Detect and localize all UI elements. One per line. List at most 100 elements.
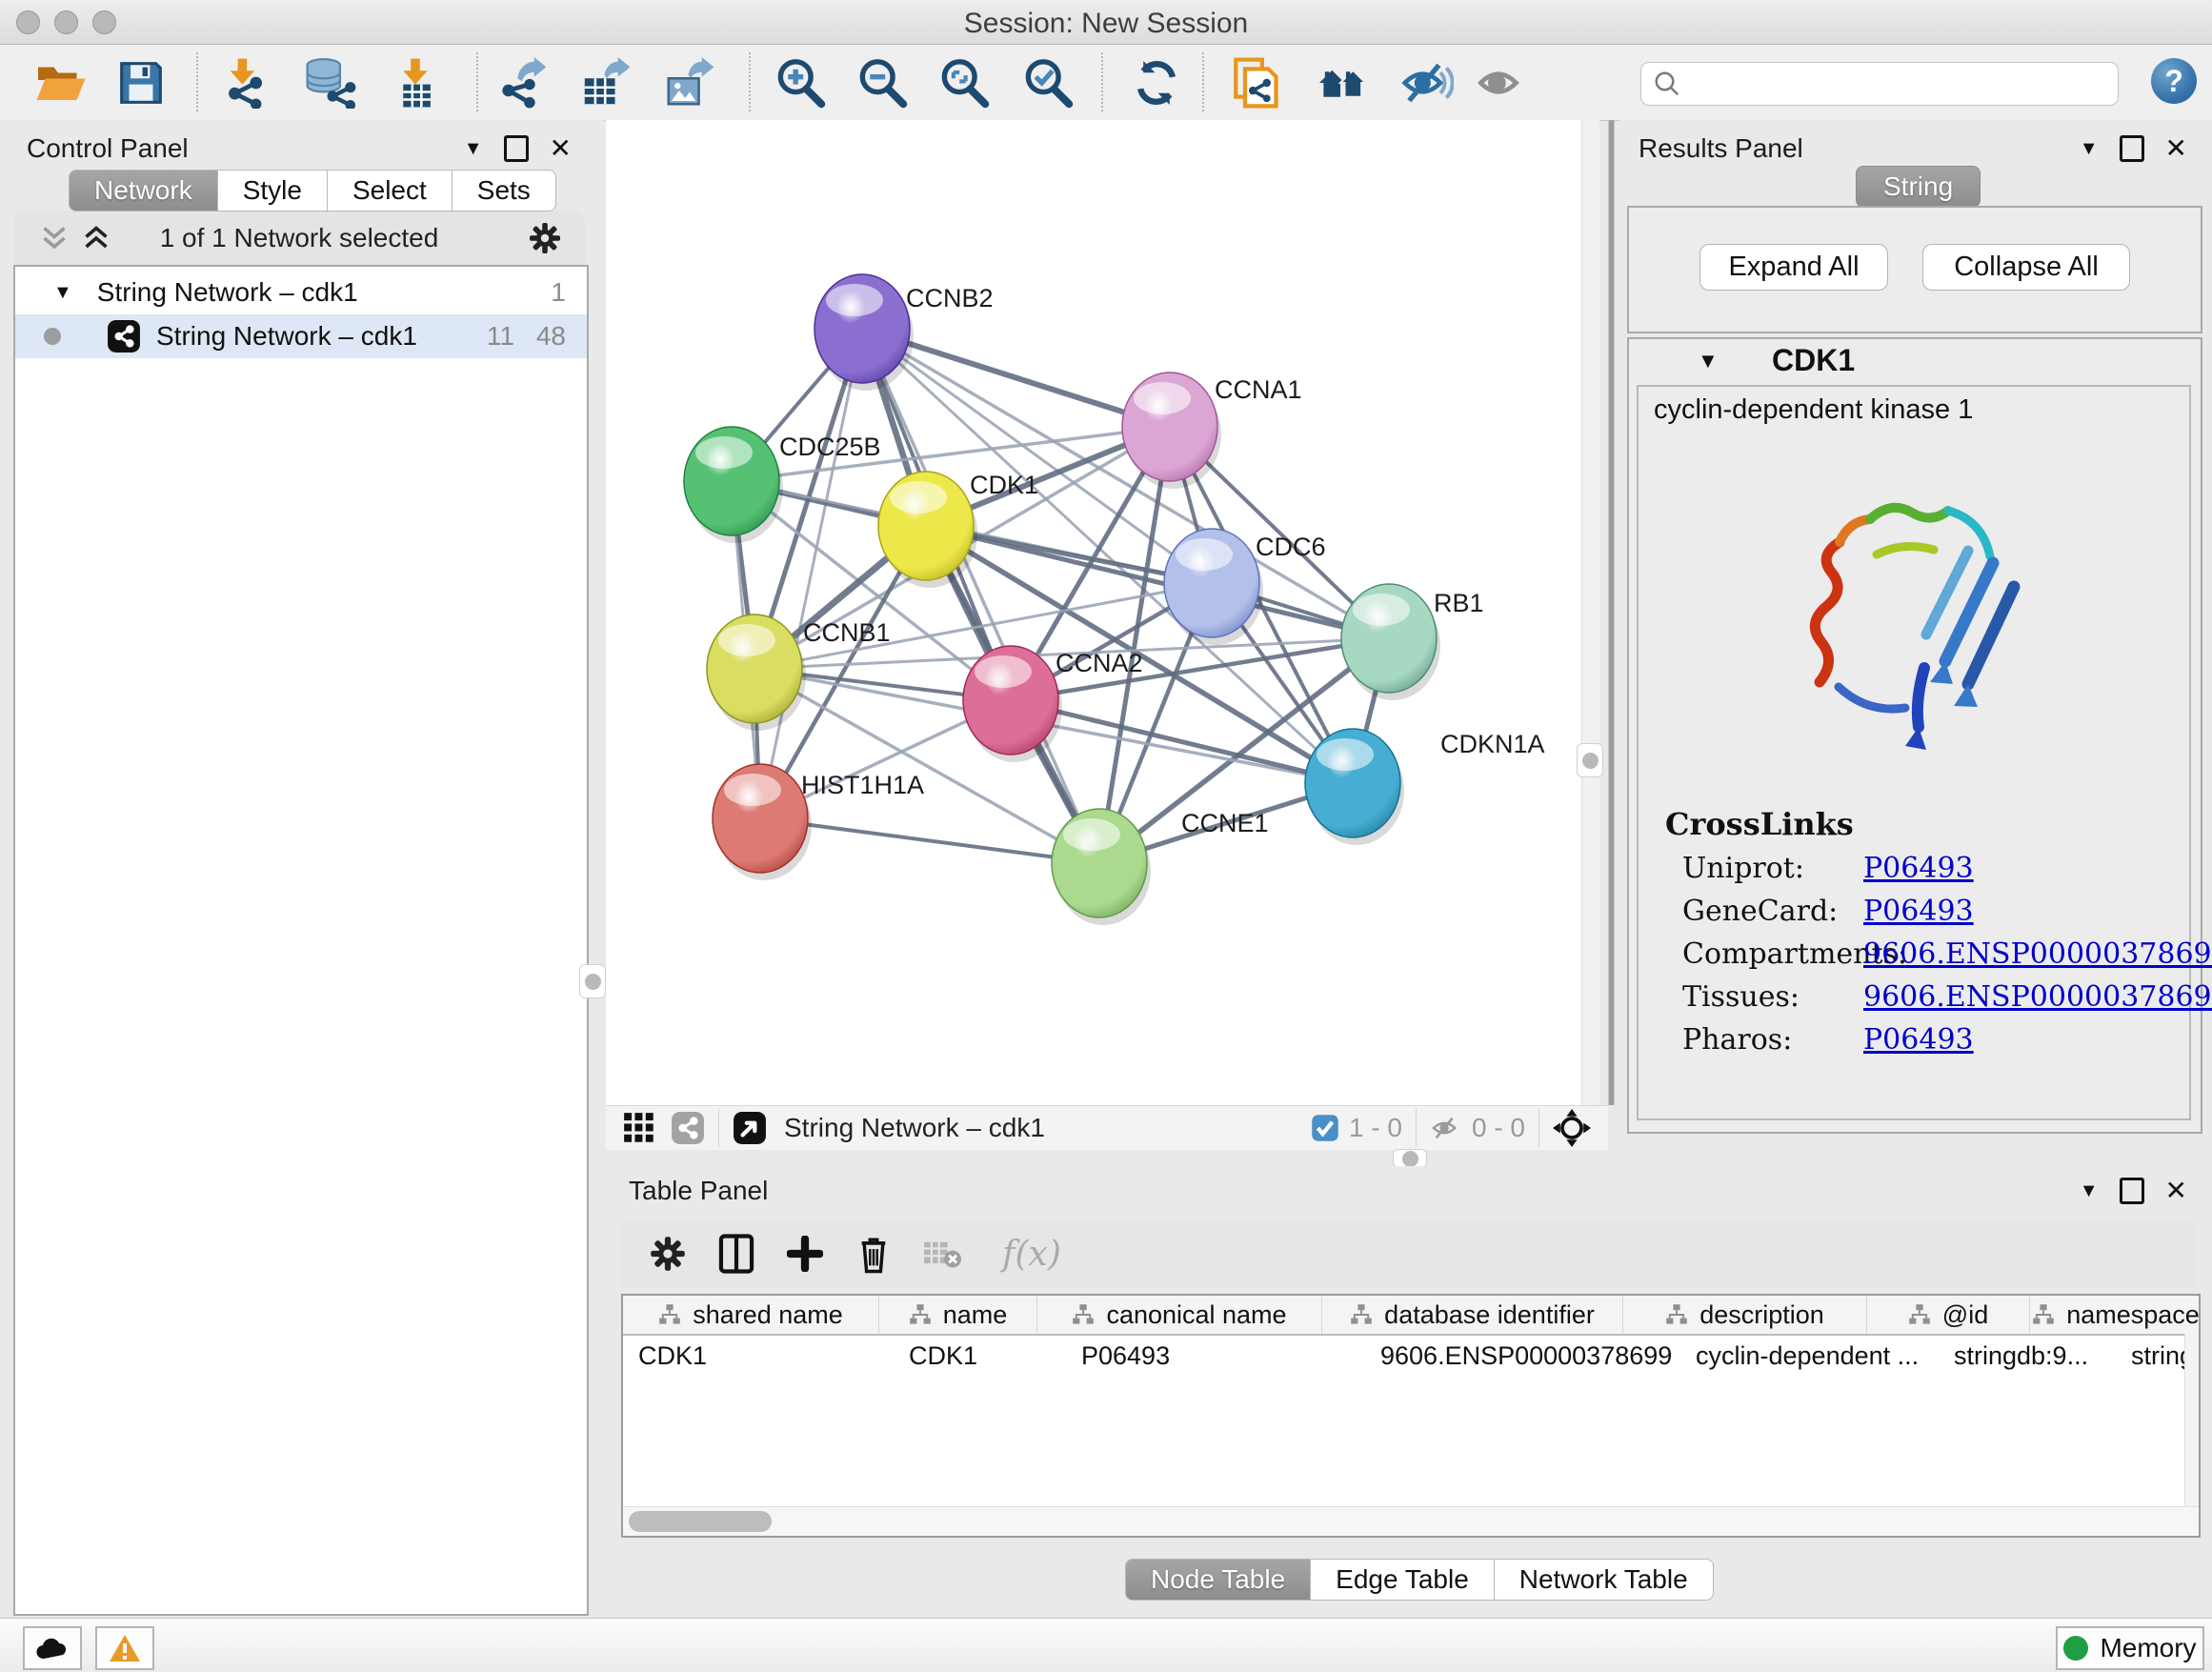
export-network-button[interactable] bbox=[495, 56, 549, 110]
table-horizontal-scrollbar[interactable] bbox=[623, 1506, 2199, 1536]
cytoscape-window: Session: New Session bbox=[0, 0, 2212, 1671]
delete-columns-trash-icon[interactable] bbox=[852, 1232, 895, 1276]
warning-button[interactable] bbox=[95, 1626, 154, 1670]
crosslink-row: Pharos:P06493 bbox=[1682, 1023, 2212, 1057]
collapse-all-button[interactable]: Collapse All bbox=[1922, 244, 2130, 291]
results-panel-float-icon[interactable] bbox=[2120, 135, 2144, 162]
help-icon[interactable]: ? bbox=[2151, 58, 2197, 104]
crosslink-link[interactable]: 9606.ENSP00000378699 bbox=[1863, 980, 2212, 1014]
zoom-fit-content-button[interactable] bbox=[937, 56, 991, 110]
import-network-file-button[interactable] bbox=[217, 56, 271, 110]
network-canvas[interactable]: CCNB2CCNA1CDC25BCDK1CDC6RB1CCNB1CCNA2CDK… bbox=[606, 120, 1581, 1105]
expand-all-button[interactable]: Expand All bbox=[1699, 244, 1888, 291]
network-options-gear-icon[interactable] bbox=[528, 221, 562, 255]
scrollbar-thumb[interactable] bbox=[629, 1511, 772, 1532]
toolbar-separator bbox=[196, 52, 198, 111]
create-column-icon[interactable] bbox=[783, 1232, 827, 1276]
tab-edge-table[interactable]: Edge Table bbox=[1311, 1559, 1495, 1601]
horizontal-splitter-handle[interactable] bbox=[1393, 1149, 1427, 1168]
table-panel-menu-icon[interactable]: ▼ bbox=[2080, 1180, 2099, 1202]
tab-style[interactable]: Style bbox=[218, 170, 328, 212]
save-session-button[interactable] bbox=[114, 56, 168, 110]
control-panel-menu-icon[interactable]: ▼ bbox=[464, 138, 483, 160]
export-table-button[interactable] bbox=[579, 56, 633, 110]
copy-network-button[interactable] bbox=[1231, 56, 1284, 110]
column-header-namespace[interactable]: namespace bbox=[2030, 1296, 2201, 1334]
network-node-CDKN1A[interactable]: CDKN1A bbox=[1305, 729, 1545, 845]
crosslink-label: Compartments: bbox=[1682, 937, 1863, 971]
zoom-in-button[interactable] bbox=[774, 56, 827, 110]
show-graphics-details-button[interactable] bbox=[1475, 56, 1528, 110]
column-header-canonicalname[interactable]: canonical name bbox=[1037, 1296, 1322, 1334]
tab-network[interactable]: Network bbox=[69, 170, 218, 212]
network-node-CCNA1[interactable]: CCNA1 bbox=[1122, 373, 1302, 489]
table-row[interactable]: CDK1CDK1P064939606.ENSP00000378699cyclin… bbox=[623, 1336, 2199, 1376]
home-button[interactable] bbox=[1317, 56, 1370, 110]
node-label-CCNA2: CCNA2 bbox=[1056, 649, 1143, 677]
node-label-CCNB2: CCNB2 bbox=[906, 284, 994, 312]
column-header-databaseidentifier[interactable]: database identifier bbox=[1322, 1296, 1623, 1334]
detach-view-icon[interactable] bbox=[733, 1111, 767, 1145]
results-tab-string[interactable]: String bbox=[1856, 166, 1981, 208]
tab-node-table[interactable]: Node Table bbox=[1125, 1559, 1311, 1601]
table-panel-close-icon[interactable]: ✕ bbox=[2165, 1178, 2187, 1204]
network-node-RB1[interactable]: RB1 bbox=[1341, 584, 1484, 700]
network-edge-count: 48 bbox=[536, 321, 566, 352]
show-columns-icon[interactable] bbox=[714, 1232, 758, 1276]
network-collection-row[interactable]: ▼ String Network – cdk1 1 bbox=[15, 271, 587, 314]
memory-button[interactable]: Memory bbox=[2056, 1626, 2204, 1670]
network-node-CCNB2[interactable]: CCNB2 bbox=[814, 274, 994, 391]
network-node-CCNA2[interactable]: CCNA2 bbox=[963, 646, 1143, 762]
cloud-button[interactable] bbox=[23, 1626, 82, 1670]
zoom-selected-button[interactable] bbox=[1021, 56, 1075, 110]
gene-expander-icon[interactable]: ▼ bbox=[1698, 349, 1719, 373]
network-view-icon[interactable] bbox=[671, 1111, 705, 1145]
network-right-scroll-strip[interactable] bbox=[1581, 120, 1599, 1105]
table-cell: stringdb:9... bbox=[1939, 1336, 2116, 1376]
import-network-database-button[interactable] bbox=[303, 56, 356, 110]
selected-checkbox-icon[interactable] bbox=[1311, 1114, 1339, 1142]
import-table-file-button[interactable] bbox=[389, 56, 442, 110]
column-header-description[interactable]: description bbox=[1623, 1296, 1867, 1334]
network-node-CDC25B[interactable]: CDC25B bbox=[684, 427, 881, 543]
network-node-CCNE1[interactable]: CCNE1 bbox=[1052, 809, 1269, 925]
column-header-sharedname[interactable]: shared name bbox=[623, 1296, 879, 1334]
tab-sets[interactable]: Sets bbox=[452, 170, 556, 212]
export-image-button[interactable] bbox=[663, 56, 716, 110]
network-node-HIST1H1A[interactable]: HIST1H1A bbox=[713, 764, 924, 880]
collection-expander-icon[interactable]: ▼ bbox=[53, 282, 72, 304]
warning-icon bbox=[109, 1634, 141, 1662]
tab-select[interactable]: Select bbox=[328, 170, 452, 212]
network-edge-CCNA1-CCNE1[interactable] bbox=[1099, 427, 1170, 863]
table-mode-gear-icon[interactable] bbox=[646, 1232, 690, 1276]
gene-section-header[interactable]: ▼ CDK1 bbox=[1629, 339, 2201, 383]
zoom-out-button[interactable] bbox=[855, 56, 909, 110]
grid-view-icon[interactable] bbox=[623, 1112, 655, 1144]
delete-table-icon bbox=[920, 1232, 964, 1276]
column-header-name[interactable]: name bbox=[879, 1296, 1037, 1334]
right-splitter-handle[interactable] bbox=[1577, 743, 1603, 777]
search-input[interactable] bbox=[1689, 66, 2118, 102]
tab-network-table[interactable]: Network Table bbox=[1495, 1559, 1714, 1601]
apply-layout-button[interactable] bbox=[1130, 56, 1183, 110]
vertical-divider[interactable] bbox=[1608, 120, 1615, 1105]
column-header-id[interactable]: @id bbox=[1867, 1296, 2030, 1334]
left-splitter-handle[interactable] bbox=[579, 964, 606, 998]
hide-graphics-details-button[interactable] bbox=[1400, 56, 1454, 110]
control-panel-float-icon[interactable] bbox=[504, 135, 529, 162]
crosslink-link[interactable]: P06493 bbox=[1863, 1023, 1974, 1057]
control-panel-close-icon[interactable]: ✕ bbox=[550, 135, 572, 162]
results-panel-menu-icon[interactable]: ▼ bbox=[2080, 138, 2099, 160]
node-label-CDC25B: CDC25B bbox=[779, 433, 881, 461]
birdseye-view-icon[interactable] bbox=[1553, 1109, 1591, 1147]
results-panel-close-icon[interactable]: ✕ bbox=[2165, 135, 2187, 162]
crosslink-link[interactable]: 9606.ENSP00000378699 bbox=[1863, 937, 2212, 971]
network-node-CDK1[interactable]: CDK1 bbox=[878, 471, 1038, 588]
crosslink-link[interactable]: P06493 bbox=[1863, 895, 1974, 928]
table-panel-float-icon[interactable] bbox=[2120, 1178, 2144, 1204]
network-row[interactable]: String Network – cdk1 11 48 bbox=[15, 314, 587, 358]
table-vertical-scrollbar[interactable] bbox=[2184, 1334, 2199, 1507]
table-panel-title: Table Panel bbox=[629, 1176, 768, 1206]
open-session-button[interactable] bbox=[34, 56, 88, 110]
crosslink-link[interactable]: P06493 bbox=[1863, 852, 1974, 885]
